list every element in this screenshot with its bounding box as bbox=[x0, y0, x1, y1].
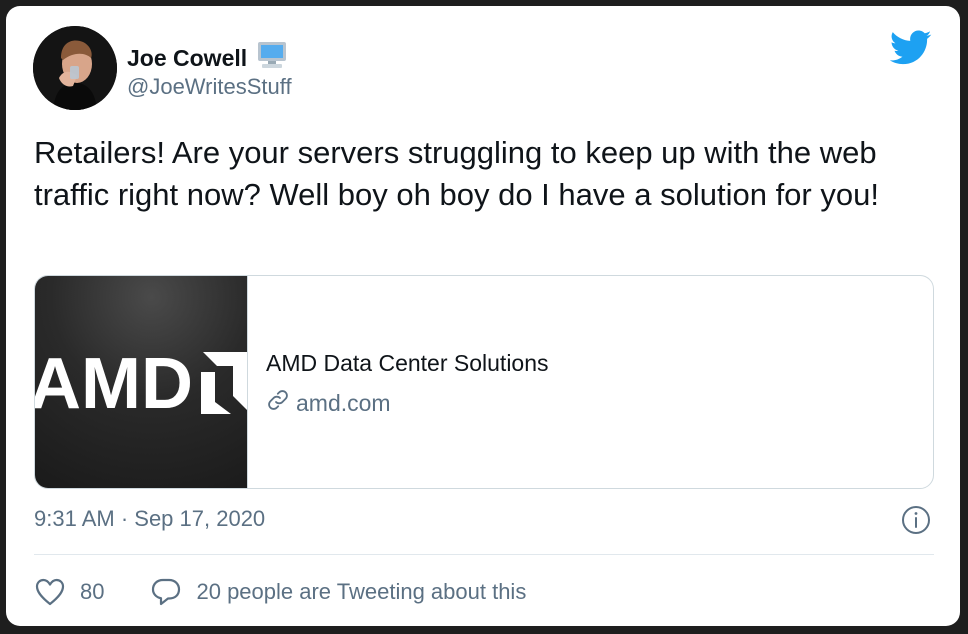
link-domain-text: amd.com bbox=[296, 389, 391, 416]
avatar-photo bbox=[33, 26, 117, 110]
display-name[interactable]: Joe Cowell bbox=[127, 40, 289, 76]
link-domain[interactable]: amd.com bbox=[266, 388, 391, 418]
link-icon bbox=[266, 388, 290, 418]
tweet-text: Retailers! Are your servers struggling t… bbox=[34, 135, 879, 212]
tweet-card[interactable]: Joe Cowell @JoeWritesStuff Retailers! Ar… bbox=[6, 6, 960, 626]
divider bbox=[34, 554, 934, 555]
tweet-timestamp[interactable]: 9:31 AM · Sep 17, 2020 bbox=[34, 506, 265, 532]
like-count: 80 bbox=[80, 579, 105, 604]
amd-logo: AMD bbox=[35, 344, 247, 424]
link-title[interactable]: AMD Data Center Solutions bbox=[266, 350, 549, 377]
info-icon[interactable] bbox=[901, 505, 931, 535]
conversation-text: 20 people are Tweeting about this bbox=[196, 579, 527, 604]
conversation-link[interactable]: 20 people are Tweeting about this bbox=[150, 577, 526, 607]
heart-icon bbox=[34, 577, 66, 607]
user-handle[interactable]: @JoeWritesStuff bbox=[127, 74, 292, 100]
like-button[interactable]: 80 bbox=[34, 577, 104, 607]
speech-bubble-icon bbox=[150, 577, 182, 607]
link-preview-card[interactable]: AMD AMD Data Center Solutions amd.com bbox=[34, 275, 934, 489]
computer-emoji-icon bbox=[255, 40, 289, 76]
avatar[interactable] bbox=[33, 26, 117, 110]
svg-text:AMD: AMD bbox=[35, 344, 193, 424]
link-thumbnail: AMD bbox=[35, 276, 248, 488]
display-name-text: Joe Cowell bbox=[127, 44, 248, 71]
twitter-bird-icon[interactable] bbox=[889, 30, 932, 66]
tweet-actions: 80 20 people are Tweeting about this bbox=[34, 576, 526, 608]
